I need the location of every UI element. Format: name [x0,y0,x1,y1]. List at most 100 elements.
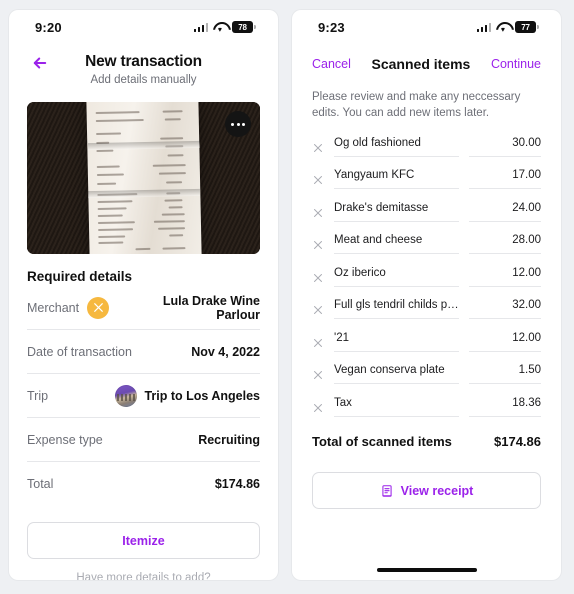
list-item[interactable]: '21 12.00 [312,326,541,359]
remove-item-icon[interactable] [312,336,324,348]
page-subtitle: Add details manually [90,74,197,86]
cellular-bars-icon [193,22,208,32]
continue-button[interactable]: Continue [491,57,541,71]
phone-right-scanned-items: 9:23 77 Cancel Scanned items Continue Pl… [292,10,561,580]
detail-value-wrap: Trip to Los Angeles [115,384,260,407]
item-price-input[interactable]: 12.00 [469,267,541,287]
item-name-input[interactable]: Vegan conserva plate [334,364,459,385]
view-receipt-container: View receipt [292,449,561,510]
scanned-items-list: Og old fashioned 30.00 Yangyaum KFC 17.0… [292,122,561,424]
page-title: New transaction [85,53,202,70]
utensils-icon [87,296,110,319]
detail-row-date[interactable]: Date of transaction Nov 4, 2022 [27,330,260,374]
item-price-input[interactable]: 30.00 [469,137,541,157]
item-price-input[interactable]: 18.36 [469,397,541,417]
item-price-input[interactable]: 28.00 [469,234,541,255]
detail-row-trip[interactable]: Trip Trip to Los Angeles [27,374,260,418]
total-value: $174.86 [494,434,541,450]
required-details-heading: Required details [27,269,133,284]
home-indicator-right [292,560,561,580]
battery-level-label: 78 [232,21,253,33]
status-icons: 77 [476,21,539,33]
detail-value: Trip to Los Angeles [144,388,260,403]
photo-background-left [27,102,90,254]
remove-item-icon[interactable] [312,173,324,185]
battery-level-label: 77 [515,21,536,33]
detail-value: $174.86 [214,477,260,491]
wifi-icon [213,22,227,33]
nav-bar-left: New transaction Add details manually [9,44,278,94]
cancel-button[interactable]: Cancel [312,57,351,71]
page-title: Scanned items [371,56,471,72]
receipt-photo[interactable] [27,102,260,254]
battery-cap [537,25,539,29]
detail-value: Nov 4, 2022 [191,344,260,359]
detail-label: Merchant [27,300,80,315]
item-name-input[interactable]: Full gls tendril childs pl... [334,299,459,320]
item-name-input[interactable]: Og old fashioned [334,137,459,157]
item-name-input[interactable]: Oz iberico [334,267,459,287]
home-bar [376,568,477,572]
status-clock: 9:20 [35,19,62,35]
battery-cap [254,25,256,29]
detail-label: Total [27,477,54,491]
battery-icon: 77 [515,21,539,33]
remove-item-icon[interactable] [312,238,324,250]
receipt-photo-container[interactable] [9,94,278,254]
remove-item-icon[interactable] [312,206,324,218]
required-details-list: Merchant Lula Drake Wine Parlour Date of… [9,286,278,506]
battery-icon: 78 [232,21,256,33]
right-spacer [292,509,561,560]
remove-item-icon[interactable] [312,271,324,283]
nav-bar-right: Cancel Scanned items Continue [292,44,561,72]
detail-row-total[interactable]: Total $174.86 [27,462,260,506]
item-price-input[interactable]: 32.00 [469,299,541,320]
list-item[interactable]: Yangyaum KFC 17.00 [312,163,541,196]
item-price-input[interactable]: 17.00 [469,169,541,190]
cellular-bars-icon [476,22,491,32]
itemize-button-container: Itemize [9,506,278,559]
more-options-icon[interactable] [225,111,251,137]
total-row: Total of scanned items $174.86 [292,423,561,449]
item-price-input[interactable]: 12.00 [469,332,541,352]
remove-item-icon[interactable] [312,303,324,315]
remove-item-icon[interactable] [312,401,324,413]
item-name-input[interactable]: Drake's demitasse [334,202,459,222]
item-price-input[interactable]: 24.00 [469,202,541,222]
item-price-input[interactable]: 1.50 [469,364,541,385]
item-name-input[interactable]: Tax [334,397,459,417]
detail-value: Lula Drake Wine Parlour [162,293,260,322]
detail-label: Trip [27,388,49,403]
document-icon [380,484,394,498]
list-item[interactable]: Full gls tendril childs pl... 32.00 [312,293,541,326]
list-item[interactable]: Oz iberico 12.00 [312,261,541,294]
remove-item-icon[interactable] [312,368,324,380]
status-bar-left: 9:20 78 [9,10,278,44]
phone-left-new-transaction: 9:20 78 New transaction Add details manu… [9,10,278,580]
list-item[interactable]: Meat and cheese 28.00 [312,228,541,261]
total-label: Total of scanned items [312,434,452,450]
back-arrow-icon[interactable] [31,54,49,72]
detail-row-expense-type[interactable]: Expense type Recruiting [27,418,260,462]
itemize-button[interactable]: Itemize [27,522,260,559]
wifi-icon [496,22,510,33]
item-name-input[interactable]: Yangyaum KFC [334,169,459,190]
view-receipt-label: View receipt [400,483,474,498]
trip-photo-avatar [115,384,138,407]
list-item[interactable]: Vegan conserva plate 1.50 [312,358,541,391]
list-item[interactable]: Drake's demitasse 24.00 [312,196,541,229]
detail-value: Recruiting [198,432,260,447]
list-item[interactable]: Tax 18.36 [312,391,541,424]
detail-label: Date of transaction [27,344,132,359]
list-item[interactable]: Og old fashioned 30.00 [312,131,541,164]
status-clock: 9:23 [318,19,345,35]
view-receipt-button[interactable]: View receipt [312,472,541,510]
item-name-input[interactable]: '21 [334,332,459,352]
status-bar-right: 9:23 77 [292,10,561,44]
status-icons: 78 [193,21,256,33]
detail-label: Expense type [27,432,103,447]
remove-item-icon[interactable] [312,141,324,153]
more-details-helper-text: Have more details to add? [76,572,211,580]
detail-row-merchant[interactable]: Merchant Lula Drake Wine Parlour [27,286,260,330]
item-name-input[interactable]: Meat and cheese [334,234,459,255]
